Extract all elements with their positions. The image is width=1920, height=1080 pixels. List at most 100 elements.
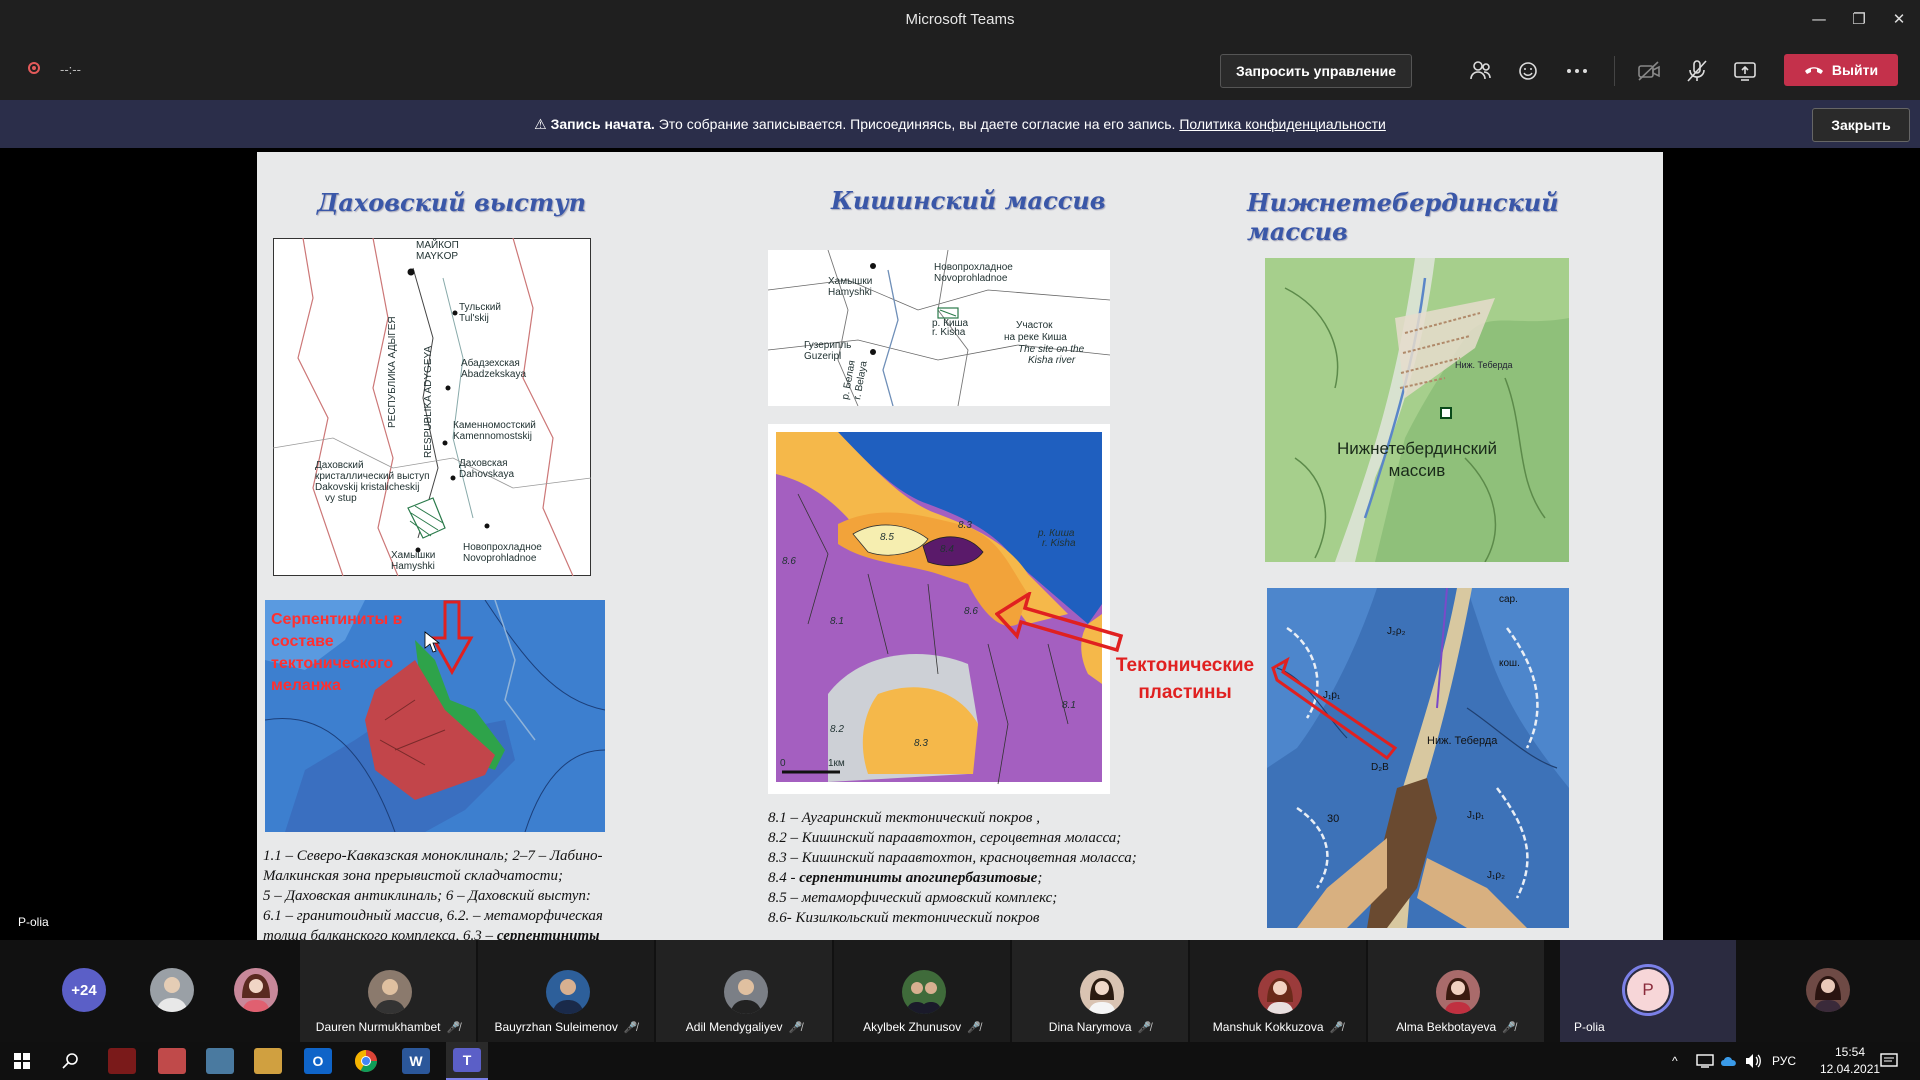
speaking-ring: P [1622,964,1674,1016]
serpentinite-label: Серпентиниты в [271,611,403,628]
participants-icon[interactable] [1468,58,1494,84]
map-label: Abadzekskaya [461,369,526,380]
map-label: Даховская [459,458,508,469]
map-label: Dakovskij kristalicheskij [315,482,419,493]
camera-off-icon[interactable] [1636,58,1662,84]
map-label: J₁p₁ [1467,810,1485,821]
participant-name: P-olia [1574,1020,1605,1034]
map-label: J₁p₁ [1323,690,1341,701]
presentation-slide: Даховский выступ МАЙКОП MAYKOP РЕСПУБЛИК… [257,152,1663,944]
mic-muted-icon: 🎤̸ [967,1022,981,1034]
map-label: кристаллический выступ [315,471,430,482]
privacy-policy-link[interactable]: Политика конфиденциальности [1179,116,1386,132]
map-label: Kamennomostskij [453,431,532,442]
leave-button[interactable]: Выйти [1784,54,1898,86]
serpentinite-label: меланжа [271,677,341,694]
pen-app-icon[interactable] [254,1048,282,1074]
shield-app-icon[interactable] [108,1048,136,1074]
map-label: Hamyshki [828,287,872,298]
participant-name: Dina Narymova 🎤̸ [1048,1020,1152,1034]
share-screen-icon[interactable] [1732,58,1758,84]
heading-kishin: Кишинский массив [831,186,1106,215]
avatar[interactable] [150,968,194,1012]
participant-tile-self[interactable]: P P-olia [1560,940,1736,1042]
participant-tile[interactable]: Bauyrzhan Suleimenov 🎤̸ [478,940,654,1042]
teams-taskbar-button[interactable]: T [446,1042,488,1080]
globe-app-icon[interactable] [158,1048,186,1074]
map-label: J₂ρ₂ [1387,626,1406,637]
legend-line: 8.6- Кизилкольский тектонический покров [768,910,1040,926]
onedrive-icon[interactable] [1720,1055,1738,1067]
map-label: сар. [1499,594,1518,605]
volume-icon[interactable] [1744,1053,1762,1069]
unit-label: 8.1 [830,616,844,627]
more-options-icon[interactable] [1564,58,1590,84]
microphone-off-icon[interactable] [1684,58,1710,84]
request-control-button[interactable]: Запросить управление [1220,54,1412,88]
legend-line: 8.4 - серпентиниты апогипербазитовые; [768,870,1043,886]
map-label: 30 [1327,813,1339,825]
map-label: кош. [1499,658,1520,669]
search-icon[interactable] [62,1052,80,1070]
chrome-icon[interactable] [354,1049,378,1073]
unit-label: 8.3 [958,520,972,531]
heading-dakhov: Даховский выступ [317,188,587,217]
legend-line: 8.5 – метаморфический армовский комплекс… [768,890,1058,906]
clock-time[interactable]: 15:54 [1820,1045,1880,1059]
clock-date[interactable]: 12.04.2021 [1820,1062,1880,1076]
map-label: РЕСПУБЛИКА АДЫГЕЯ [387,316,398,428]
unit-label: 8.6 [782,556,796,567]
map-label: Каменномостский [453,420,536,431]
map-label: Kisha river [1028,355,1076,366]
participant-tile[interactable]: Akylbek Zhunusov 🎤̸ [834,940,1010,1042]
banner-close-button[interactable]: Закрыть [1812,108,1910,142]
map-kishin-location: Хамышки Hamyshki Новопрохладное Novoproh… [768,250,1110,406]
serpentinite-label: тектонического [271,655,394,672]
serpentinite-label: составе [271,633,334,650]
network-icon[interactable] [1696,1054,1714,1068]
outlook-icon[interactable]: O [304,1048,332,1074]
participant-tile[interactable]: Alma Bekbotayeva 🎤̸ [1368,940,1544,1042]
map-label: на реке Киша [1004,332,1067,343]
reactions-icon[interactable] [1516,58,1542,84]
participant-tile[interactable]: Manshuk Kokkuzova 🎤̸ [1190,940,1366,1042]
legend-line: 8.3 – Кишинский параавтохтон, красноцвет… [768,850,1137,866]
tray-chevron-icon[interactable]: ^ [1672,1054,1678,1068]
participant-name: Manshuk Kokkuzova 🎤̸ [1212,1020,1344,1034]
legend-line: 8.1 – Аугаринский тектонический покров , [768,810,1040,826]
language-indicator[interactable]: РУС [1772,1054,1796,1068]
participant-tile[interactable]: Dina Narymova 🎤̸ [1012,940,1188,1042]
participant-tile[interactable]: Adil Mendygaliyev 🎤̸ [656,940,832,1042]
minimize-icon[interactable]: — [1804,8,1834,30]
avatar-initial: P [1627,969,1669,1011]
map-label: Хамышки [391,550,435,561]
map-label: Даховский [315,460,364,471]
heading-nizhneteberda: Нижнетебердинский массив [1247,188,1559,246]
caption-dakhov: 1.1 – Северо-Кавказская моноклиналь; 2–7… [263,846,653,944]
unit-label: 8.6 [964,606,978,617]
toolbar-divider [1614,56,1615,86]
notifications-icon[interactable] [1880,1052,1898,1070]
restore-icon[interactable]: ❐ [1844,8,1874,30]
map-label: Абадзехская [461,357,520,369]
avatar [1080,970,1124,1014]
paint-app-icon[interactable] [206,1048,234,1074]
map-label: Ниж. Теберда [1427,735,1498,747]
mic-muted-icon: 🎤̸ [1329,1022,1344,1034]
map-label: Novoprohladnoe [934,273,1008,284]
map-label: МАЙКОП [416,238,459,251]
warning-icon: ⚠ [534,116,547,132]
avatar[interactable] [1806,968,1850,1012]
map-label: D₂B [1371,762,1389,773]
unit-label: 8.4 [940,544,954,555]
start-icon[interactable] [14,1053,30,1069]
overflow-participants-button[interactable]: +24 [62,968,106,1012]
participant-tile[interactable]: Dauren Nurmukhambet 🎤̸ [300,940,476,1042]
shared-screen-stage: Даховский выступ МАЙКОП MAYKOP РЕСПУБЛИК… [0,148,1920,944]
unit-label: r. Kisha [1042,538,1076,549]
meeting-toolbar: --:-- Запросить управление Выйти [0,40,1920,100]
avatar[interactable] [234,968,278,1012]
close-window-icon[interactable]: ✕ [1884,8,1914,30]
banner-text: ⚠ Запись начата. Это собрание записывает… [0,116,1920,133]
word-icon[interactable]: W [402,1048,430,1074]
